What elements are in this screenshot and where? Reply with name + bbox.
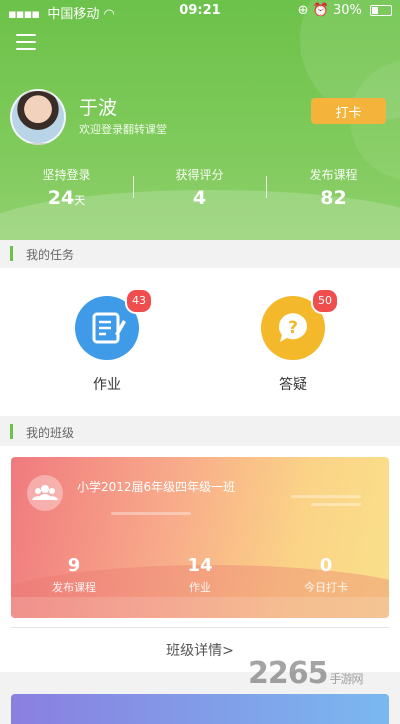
qa-badge: 50 (311, 288, 339, 314)
tasks-section-header: 我的任务 (0, 240, 400, 268)
stat-label: 发布课程 (309, 168, 358, 182)
group-icon (27, 475, 63, 511)
alarm-icon: ⏰ (312, 3, 329, 18)
battery-percent: 30% (332, 3, 362, 18)
homework-icon[interactable]: 43 (75, 288, 153, 360)
class-stat-value: 0 (319, 555, 333, 576)
stat-divider (133, 176, 134, 198)
section-accent-bar (10, 246, 13, 261)
class-stat-label: 作业 (189, 581, 211, 594)
divider (11, 627, 389, 628)
stat-score: 获得评分 4 (133, 166, 266, 209)
rotation-lock-icon: ⊕ (297, 3, 309, 18)
menu-icon[interactable] (16, 34, 36, 50)
question-icon[interactable]: ? 50 (261, 288, 339, 360)
user-name: 于波 (79, 97, 118, 119)
stat-unit: 天 (74, 194, 86, 207)
stat-login-days: 坚持登录 24天 (0, 166, 133, 209)
decor-line (291, 495, 361, 498)
class-card[interactable]: 小学2012届6年级四年级一班 9 发布课程 14 作业 0 今日打卡 (11, 457, 389, 618)
profile-stats: 坚持登录 24天 获得评分 4 发布课程 82 (0, 166, 400, 214)
section-accent-bar (10, 424, 13, 439)
stat-divider (266, 176, 267, 198)
tasks-panel: 43 作业 ? 50 答疑 (0, 268, 400, 416)
class-stat-label: 今日打卡 (304, 581, 348, 594)
stat-value: 24 (47, 187, 75, 209)
classes-panel: 小学2012届6年级四年级一班 9 发布课程 14 作业 0 今日打卡 班级详情… (0, 446, 400, 672)
task-label: 作业 (93, 377, 121, 393)
class-stat-courses: 9 发布课程 (11, 555, 137, 595)
watermark: 2265 手游网 (248, 656, 364, 691)
stat-courses: 发布课程 82 (267, 166, 400, 209)
class-name: 小学2012届6年级四年级一班 (77, 480, 236, 494)
next-class-card[interactable] (11, 694, 389, 724)
avatar[interactable] (10, 89, 66, 145)
class-stat-homework: 14 作业 (137, 555, 263, 595)
profile-header: ▪▪▪▪ 中国移动 ◠ 09:21 ⊕ ⏰ 30% 于波 欢迎登录翻转课堂 打卡… (0, 0, 400, 240)
welcome-text: 欢迎登录翻转课堂 (79, 123, 167, 136)
decor-stripe (11, 597, 389, 618)
svg-text:?: ? (288, 318, 298, 338)
class-stat-label: 发布课程 (52, 581, 96, 594)
task-homework[interactable]: 43 作业 (72, 288, 153, 394)
task-label: 答疑 (279, 377, 307, 393)
stat-label: 获得评分 (175, 168, 224, 182)
decor-line (111, 512, 191, 515)
stat-value: 82 (320, 187, 347, 209)
class-stat-value: 9 (67, 555, 81, 576)
section-title: 我的班级 (26, 426, 75, 440)
checkin-button[interactable]: 打卡 (311, 98, 386, 124)
class-stat-checkin: 0 今日打卡 (263, 555, 389, 595)
class-stat-value: 14 (187, 555, 213, 576)
task-qa[interactable]: ? 50 答疑 (258, 288, 339, 394)
stat-value: 4 (192, 187, 207, 209)
section-title: 我的任务 (26, 248, 75, 262)
classes-section-header: 我的班级 (0, 418, 400, 446)
homework-badge: 43 (125, 288, 153, 314)
status-bar: ▪▪▪▪ 中国移动 ◠ 09:21 ⊕ ⏰ 30% (0, 0, 400, 22)
decor-line (311, 503, 361, 506)
battery-icon (370, 5, 392, 16)
stat-label: 坚持登录 (42, 168, 91, 182)
